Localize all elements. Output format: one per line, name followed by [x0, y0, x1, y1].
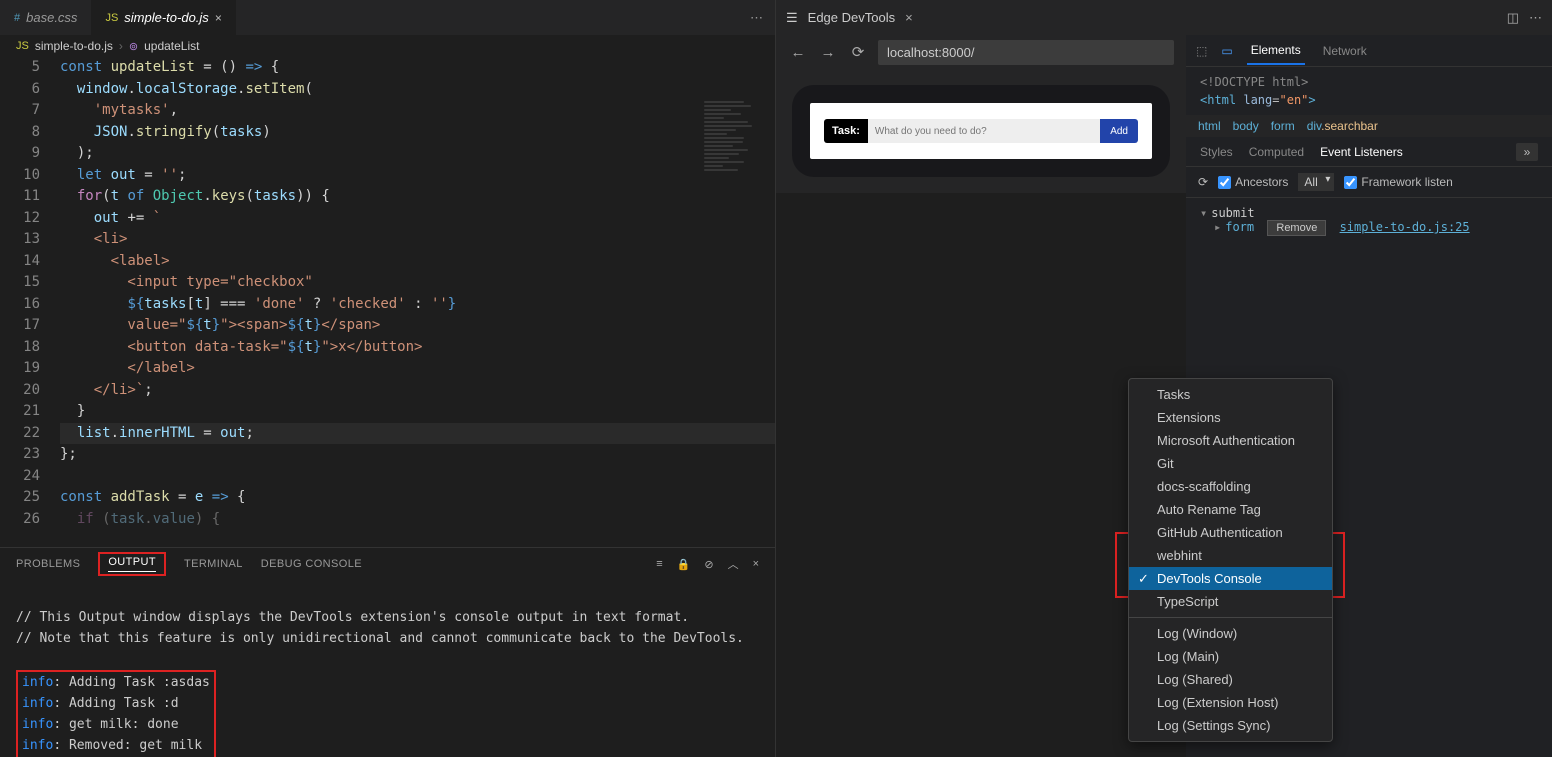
close-icon[interactable]: × [753, 558, 759, 570]
js-icon: JS [16, 40, 29, 52]
back-icon[interactable]: ← [788, 44, 808, 61]
more-icon[interactable]: ⋯ [1529, 10, 1542, 26]
menu-item[interactable]: Log (Settings Sync) [1129, 714, 1332, 737]
event-submit[interactable]: submit [1211, 206, 1254, 220]
tab-problems[interactable]: PROBLEMS [16, 558, 80, 570]
ancestors-label: Ancestors [1235, 175, 1288, 189]
menu-item[interactable]: Git [1129, 452, 1332, 475]
task-label: Task: [824, 119, 868, 143]
menu-item[interactable]: webhint [1129, 544, 1332, 567]
crumb-form[interactable]: form [1271, 119, 1295, 133]
menu-item[interactable]: Auto Rename Tag [1129, 498, 1332, 521]
panel-tabs: PROBLEMS OUTPUT TERMINAL DEBUG CONSOLE ≡… [0, 548, 775, 580]
url-input[interactable] [878, 40, 1174, 65]
crumb-html[interactable]: html [1198, 119, 1221, 133]
tab-more-icon[interactable]: ⋯ [738, 10, 775, 26]
ancestors-checkbox[interactable]: Ancestors [1218, 175, 1288, 189]
menu-item[interactable]: GitHub Authentication [1129, 521, 1332, 544]
close-icon[interactable]: × [905, 10, 913, 25]
devtools-tabbar: ☰ Edge DevTools × ◫ ⋯ [776, 0, 1552, 35]
symbol-icon: ⊚ [129, 40, 138, 53]
breadcrumb-symbol: updateList [144, 39, 199, 53]
todo-form: Task: Add [824, 119, 1138, 143]
menu-item[interactable]: Log (Extension Host) [1129, 691, 1332, 714]
editor-tabs: # base.css JS simple-to-do.js × ⋯ [0, 0, 775, 35]
browser-bar: ← → ⟳ [776, 35, 1186, 69]
menu-item[interactable]: Extensions [1129, 406, 1332, 429]
task-input[interactable] [868, 119, 1100, 143]
split-icon[interactable]: ◫ [1507, 10, 1519, 26]
tab-event-listeners[interactable]: Event Listeners [1320, 145, 1403, 159]
forward-icon[interactable]: → [818, 44, 838, 61]
tab-base-css[interactable]: # base.css [0, 0, 91, 35]
js-icon: JS [105, 12, 118, 24]
css-icon: # [14, 12, 20, 24]
output-body[interactable]: // This Output window displays the DevTo… [0, 580, 775, 757]
dom-tree[interactable]: <!DOCTYPE html> <html lang="en"> [1186, 67, 1552, 115]
tab-network[interactable]: Network [1319, 38, 1371, 64]
framework-checkbox[interactable]: Framework listen [1344, 175, 1452, 189]
clear-icon[interactable]: ⊘ [704, 558, 713, 571]
minimap[interactable] [700, 97, 775, 217]
bottom-panel: PROBLEMS OUTPUT TERMINAL DEBUG CONSOLE ≡… [0, 547, 775, 757]
crumb-class: .searchbar [1321, 119, 1378, 133]
devtools-title: Edge DevTools [808, 10, 895, 25]
crumb-body[interactable]: body [1233, 119, 1259, 133]
framework-label: Framework listen [1361, 175, 1452, 189]
preview-pane: Task: Add [776, 69, 1186, 193]
breadcrumb[interactable]: JS simple-to-do.js › ⊚ updateList [0, 35, 775, 57]
tab-label: simple-to-do.js [124, 10, 209, 25]
menu-item[interactable]: Log (Shared) [1129, 668, 1332, 691]
menu-item[interactable]: Log (Window) [1129, 622, 1332, 645]
crumb-div[interactable]: div [1307, 119, 1321, 133]
add-button[interactable]: Add [1100, 119, 1138, 143]
breadcrumb-file: simple-to-do.js [35, 39, 113, 53]
close-icon[interactable]: × [215, 11, 222, 25]
menu-item[interactable]: DevTools Console [1129, 567, 1332, 590]
tab-debug-console[interactable]: DEBUG CONSOLE [261, 558, 362, 570]
menu-item[interactable]: docs-scaffolding [1129, 475, 1332, 498]
filter-icon[interactable]: ≡ [656, 558, 662, 570]
inspect-icon[interactable]: ⬚ [1196, 44, 1207, 58]
caret-right-icon[interactable]: ▸ [1214, 220, 1221, 234]
menu-item[interactable]: Log (Main) [1129, 645, 1332, 668]
device-icon[interactable]: ▭ [1221, 44, 1232, 58]
output-source-menu[interactable]: TasksExtensionsMicrosoft AuthenticationG… [1128, 378, 1333, 742]
menu-item[interactable]: Tasks [1129, 383, 1332, 406]
lock-icon[interactable]: 🔒 [677, 558, 691, 571]
device-frame: Task: Add [792, 85, 1170, 177]
dom-breadcrumb[interactable]: html body form div.searchbar [1186, 115, 1552, 137]
more-tabs-icon[interactable]: » [1516, 143, 1538, 161]
remove-listener-button[interactable]: Remove [1267, 220, 1326, 236]
listener-source-link[interactable]: simple-to-do.js:25 [1340, 220, 1470, 234]
tab-output[interactable]: OUTPUT [108, 556, 156, 572]
code-editor[interactable]: 567891011121314151617181920212223242526 … [0, 57, 775, 547]
tab-styles[interactable]: Styles [1200, 145, 1233, 159]
listener-filter-select[interactable]: All [1298, 173, 1334, 191]
event-target-form[interactable]: form [1225, 220, 1254, 234]
tab-label: base.css [26, 10, 77, 25]
doctype: <!DOCTYPE html> [1200, 75, 1308, 89]
tab-computed[interactable]: Computed [1249, 145, 1304, 159]
output-comment: // Note that this feature is only unidir… [16, 631, 744, 646]
chevron-right-icon: › [119, 39, 123, 53]
menu-item[interactable]: TypeScript [1129, 590, 1332, 613]
event-listeners: ▾ submit ▸ form Remove simple-to-do.js:25 [1186, 198, 1552, 244]
reload-icon[interactable]: ⟳ [848, 43, 868, 61]
tab-simple-to-do-js[interactable]: JS simple-to-do.js × [91, 0, 235, 35]
menu-item[interactable]: Microsoft Authentication [1129, 429, 1332, 452]
caret-down-icon[interactable]: ▾ [1200, 206, 1207, 220]
output-comment: // This Output window displays the DevTo… [16, 610, 689, 625]
refresh-icon[interactable]: ⟳ [1198, 175, 1208, 189]
preview-screen[interactable]: Task: Add [810, 103, 1152, 159]
chevron-up-icon[interactable]: ︿ [728, 556, 739, 572]
panel-icon: ☰ [786, 10, 798, 26]
tab-elements[interactable]: Elements [1247, 37, 1305, 65]
tab-terminal[interactable]: TERMINAL [184, 558, 243, 570]
